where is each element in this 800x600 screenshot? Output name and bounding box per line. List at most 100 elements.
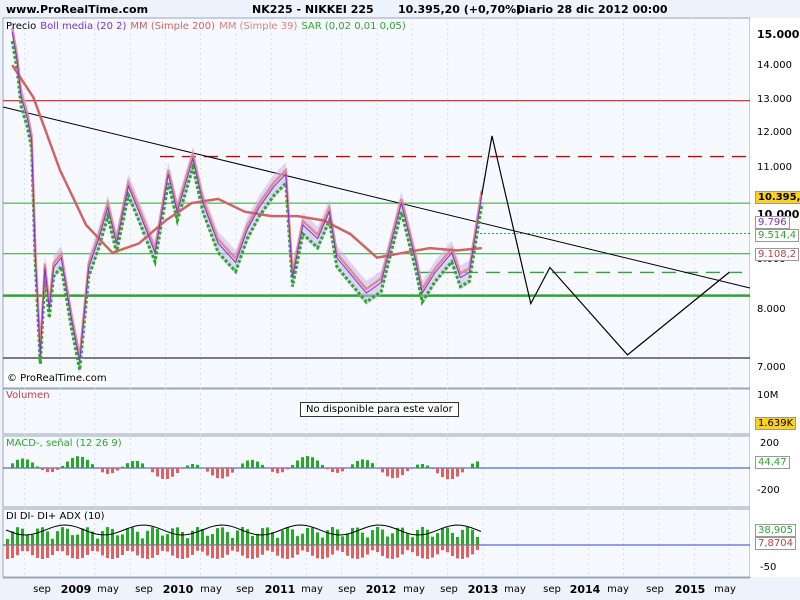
di-minus-bar xyxy=(236,545,239,552)
di-minus-bar xyxy=(401,545,404,555)
di-minus-bar xyxy=(286,545,289,559)
di-minus-bar xyxy=(391,545,394,559)
di-plus-bar xyxy=(21,528,24,545)
macd-bar xyxy=(36,466,39,468)
di-plus-bar xyxy=(36,528,39,545)
macd-bar xyxy=(386,468,389,477)
macd-bar xyxy=(66,461,69,468)
di-minus-bar xyxy=(196,545,199,551)
di-minus-bar xyxy=(426,545,429,559)
di-minus-bar xyxy=(186,545,189,558)
macd-bar xyxy=(326,468,329,470)
macd-bar xyxy=(291,464,294,468)
macd-bar xyxy=(131,461,134,468)
di-plus-bar xyxy=(291,529,294,545)
di-plus-bar xyxy=(106,527,109,545)
x-tick-year-2012: 2012 xyxy=(365,583,397,596)
di-plus-bar xyxy=(216,528,219,545)
copyright-label: © ProRealTime.com xyxy=(5,373,109,384)
di-minus-bar xyxy=(466,545,469,558)
di-minus-bar xyxy=(86,545,89,556)
di-plus-bar xyxy=(456,536,459,545)
x-tick-month: sep xyxy=(135,584,153,595)
macd-bar xyxy=(11,463,14,468)
di-minus-bar xyxy=(176,545,179,559)
di-plus-bar xyxy=(411,537,414,545)
di-minus-bar xyxy=(366,545,369,555)
y-tick-8000: 8.000 xyxy=(757,304,786,315)
macd-bar xyxy=(336,468,339,473)
di-minus-bar xyxy=(321,545,324,559)
di-plus-bar xyxy=(361,532,364,545)
y-tick-7000: 7.000 xyxy=(757,362,786,373)
macd-bar xyxy=(246,460,249,468)
di-plus-bar xyxy=(156,528,159,545)
macd-bar xyxy=(401,468,404,476)
x-tick-month: sep xyxy=(440,584,458,595)
macd-bar xyxy=(151,468,154,473)
x-tick-month: sep xyxy=(338,584,356,595)
site-name: www.ProRealTime.com xyxy=(6,3,149,16)
di-plus-bar xyxy=(136,531,139,545)
macd-bar xyxy=(181,468,184,469)
di-minus-bar xyxy=(66,545,69,556)
legend-boll: Boll media (20 2) xyxy=(40,21,127,32)
macd-bar xyxy=(31,462,34,468)
macd-bar xyxy=(61,465,64,468)
volume-value-box: 1.639K xyxy=(755,417,797,430)
macd-bar xyxy=(156,468,159,477)
di-plus-bar xyxy=(311,527,314,545)
di-minus-bar xyxy=(161,545,164,551)
macd-bar xyxy=(356,460,359,468)
y-tick-12000: 12.000 xyxy=(757,127,792,138)
instrument-title: NK225 - NIKKEI 225 xyxy=(252,3,374,16)
macd-bar xyxy=(276,468,279,474)
macd-bar xyxy=(256,461,259,468)
macd-bar xyxy=(121,466,124,468)
macd-bar xyxy=(441,468,444,478)
di-minus-bar xyxy=(96,545,99,552)
macd-bar xyxy=(471,463,474,468)
di-minus-bar xyxy=(191,545,194,555)
di-minus-bar xyxy=(156,545,159,555)
di-minus-bar xyxy=(461,545,464,559)
x-tick-month: may xyxy=(403,584,425,595)
macd-bar xyxy=(221,468,224,479)
macd-bar xyxy=(301,457,304,468)
di-minus-bar xyxy=(251,545,254,559)
macd-bar xyxy=(361,459,364,468)
macd-bar xyxy=(396,468,399,478)
di-plus-bar xyxy=(86,527,89,545)
last-price: 10.395,20 (+0,70%) xyxy=(398,3,522,16)
di-plus-bar xyxy=(56,531,59,545)
chart-canvas xyxy=(2,17,800,579)
di-plus-bar xyxy=(26,534,29,545)
di-plus-bar xyxy=(131,527,134,545)
macd-bar xyxy=(176,468,179,474)
di-minus-bar xyxy=(231,545,234,551)
macd-bar xyxy=(456,468,459,477)
di-minus-bar xyxy=(121,545,124,556)
di-minus-bar xyxy=(181,545,184,559)
di-minus-bar xyxy=(261,545,264,555)
x-tick-year-2011: 2011 xyxy=(264,583,296,596)
di-minus-bar xyxy=(216,545,219,559)
x-tick-year-2009: 2009 xyxy=(60,583,92,596)
di-minus-bar xyxy=(441,545,444,551)
di-minus-bar xyxy=(146,545,149,559)
x-tick-year-2014: 2014 xyxy=(569,583,601,596)
x-tick-month: sep xyxy=(543,584,561,595)
macd-value-box: 44,47 xyxy=(755,456,790,469)
macd-bar xyxy=(241,463,244,468)
macd-bar xyxy=(286,468,289,470)
di-minus-bar xyxy=(151,545,154,558)
di-plus-bar xyxy=(76,534,79,545)
macd-bar xyxy=(46,468,49,473)
di-minus-bar xyxy=(111,545,114,559)
macd-title: MACD-, señal (12 26 9) xyxy=(6,438,122,449)
di-plus-bar xyxy=(41,527,44,545)
di-plus-bar xyxy=(381,529,384,545)
macd-bar xyxy=(216,468,219,479)
di-plus-bar xyxy=(366,537,369,545)
di-minus-bar xyxy=(76,545,79,559)
